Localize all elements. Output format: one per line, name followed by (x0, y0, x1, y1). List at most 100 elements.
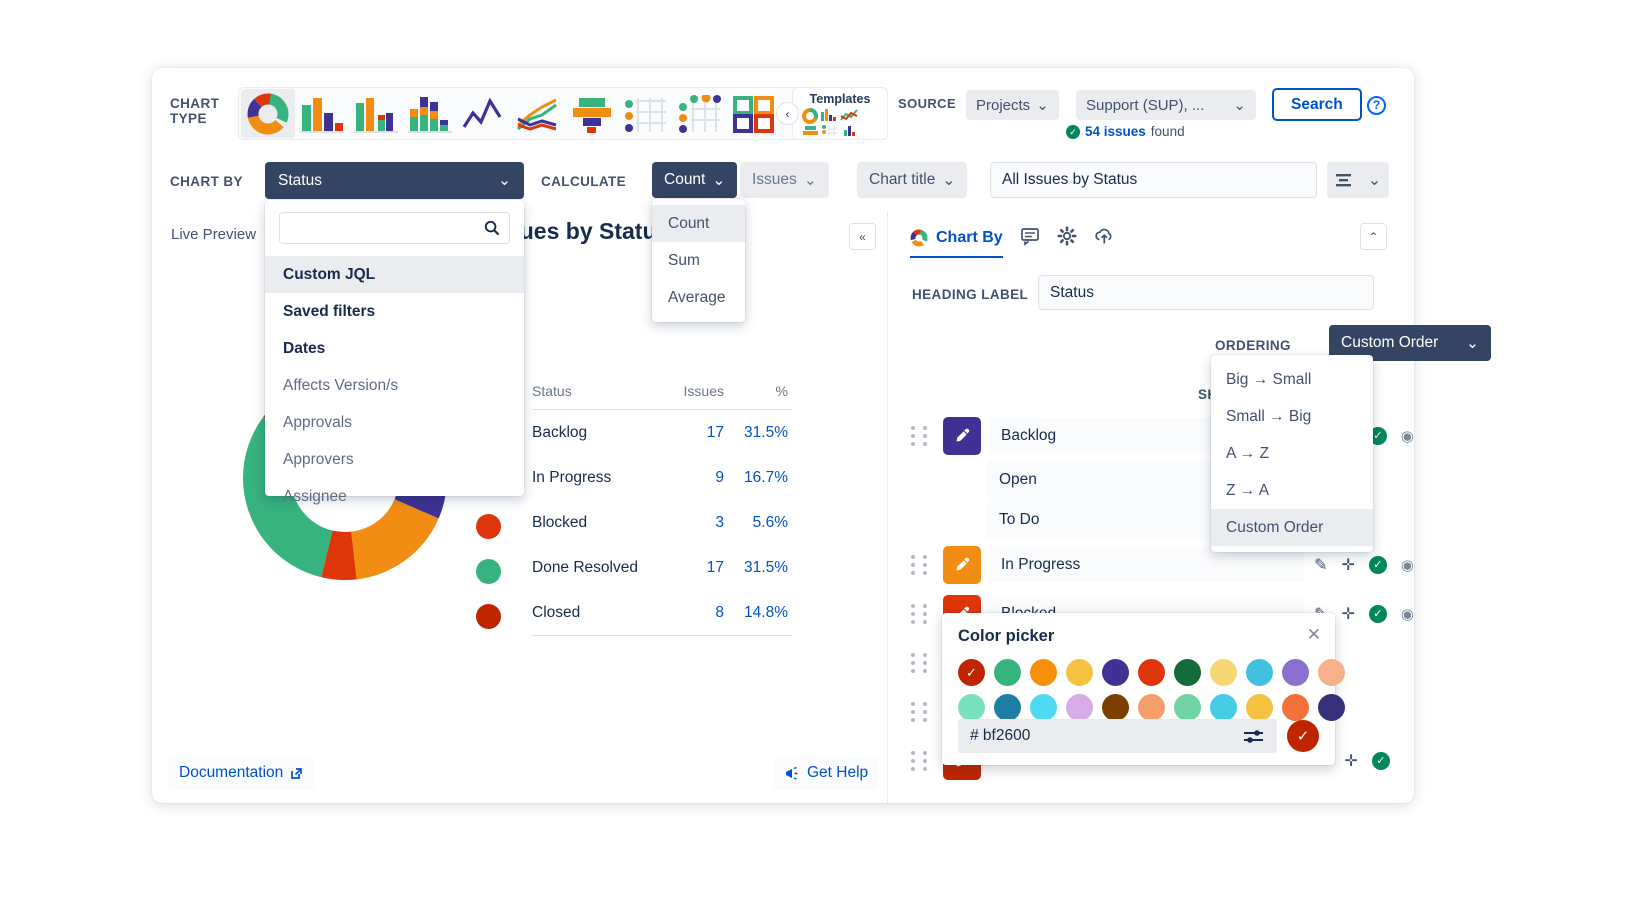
heading-label-input[interactable] (1038, 275, 1374, 310)
chart-type-column-button[interactable] (349, 89, 403, 138)
edit-icon[interactable]: ✎ (1314, 555, 1327, 575)
color-swatch[interactable] (994, 694, 1021, 721)
tab-chart-by[interactable]: Chart By (910, 229, 1003, 258)
search-button[interactable]: Search (1272, 88, 1362, 121)
drag-handle-icon[interactable] (911, 554, 937, 575)
tab-comment[interactable] (1020, 226, 1040, 260)
row-issues: 3 (715, 514, 724, 531)
drag-handle-icon[interactable] (911, 603, 937, 624)
close-icon[interactable]: ✕ (1307, 625, 1321, 645)
eye-icon[interactable]: ◉ (1401, 605, 1414, 623)
color-confirm-button[interactable]: ✓ (1287, 720, 1319, 752)
table-row[interactable]: Done Resolved 17 31.5% (476, 545, 792, 590)
color-swatch[interactable] (1066, 694, 1093, 721)
chart-type-tiles-button[interactable] (727, 89, 781, 138)
add-icon[interactable]: ✛ (1342, 555, 1355, 575)
add-icon[interactable]: ✛ (1344, 751, 1357, 771)
documentation-button[interactable]: Documentation (168, 756, 315, 790)
color-swatch[interactable] (958, 694, 985, 721)
chart-by-option-assignee[interactable]: Assignee (265, 478, 524, 515)
color-swatch[interactable] (1030, 694, 1057, 721)
chart-by-option-saved-filters[interactable]: Saved filters (265, 293, 524, 330)
color-swatch[interactable] (1318, 659, 1345, 686)
table-row[interactable]: Closed 8 14.8% (476, 590, 792, 636)
source-project-select[interactable]: Support (SUP), ... ⌄ (1076, 90, 1256, 120)
eye-icon[interactable]: ◉ (1401, 427, 1414, 445)
ordering-option-small-big[interactable]: Small → Big (1211, 398, 1373, 435)
visible-toggle-on[interactable]: ✓ (1368, 555, 1387, 574)
color-swatch[interactable] (1282, 694, 1309, 721)
color-swatch[interactable] (1138, 694, 1165, 721)
chart-type-stacked-bar-button[interactable] (403, 89, 457, 138)
color-swatch[interactable] (1138, 659, 1165, 686)
chart-by-option-affects-versions[interactable]: Affects Version/s (265, 367, 524, 404)
color-swatch[interactable] (1246, 659, 1273, 686)
ordering-option-a-z[interactable]: A → Z (1211, 435, 1373, 472)
hex-value-field[interactable]: # bf2600 (958, 719, 1277, 753)
source-type-select[interactable]: Projects ⌄ (966, 90, 1059, 120)
calculate-option-average[interactable]: Average (652, 279, 745, 316)
calculate-target-select[interactable]: Issues ⌄ (740, 162, 829, 198)
calculate-option-count[interactable]: Count (652, 205, 745, 242)
color-swatch[interactable] (994, 659, 1021, 686)
ordering-option-z-a[interactable]: Z → A (1211, 472, 1373, 509)
get-help-button[interactable]: Get Help (774, 756, 880, 790)
collapse-left-button[interactable]: « (849, 223, 876, 250)
templates-button[interactable]: Templates (792, 87, 888, 140)
chart-by-option-custom-jql[interactable]: Custom JQL (265, 256, 524, 293)
chart-type-prev-button[interactable]: ‹ (776, 102, 799, 125)
add-icon[interactable]: ✛ (1342, 604, 1355, 624)
color-swatch-button[interactable] (943, 545, 981, 584)
color-swatch[interactable] (1174, 659, 1201, 686)
calculate-function-select[interactable]: Count ⌄ (652, 162, 738, 198)
chart-by-option-dates[interactable]: Dates (265, 330, 524, 367)
color-swatch-selected[interactable]: ✓ (958, 659, 985, 686)
chart-title-type-select[interactable]: Chart title ⌄ (857, 162, 968, 198)
chart-type-line-button[interactable] (457, 89, 511, 138)
color-swatch[interactable] (1030, 659, 1057, 686)
bubble-matrix-icon (679, 94, 721, 133)
visible-toggle-on[interactable]: ✓ (1368, 604, 1387, 623)
color-swatch-button[interactable] (943, 416, 981, 455)
chart-by-option-approvals[interactable]: Approvals (265, 404, 524, 441)
chart-by-option-approvers[interactable]: Approvers (265, 441, 524, 478)
table-row[interactable]: Blocked 3 5.6% (476, 500, 792, 545)
help-icon[interactable]: ? (1367, 96, 1386, 115)
color-swatch[interactable] (1246, 694, 1273, 721)
chart-type-dot-matrix-button[interactable] (619, 89, 673, 138)
color-swatch[interactable] (1210, 694, 1237, 721)
title-align-select[interactable]: ⌄ (1327, 162, 1389, 198)
drag-handle-icon[interactable] (911, 701, 937, 722)
chart-by-select[interactable]: Status ⌄ (265, 162, 524, 199)
eye-icon[interactable]: ◉ (1401, 556, 1414, 574)
tab-export[interactable] (1094, 226, 1115, 260)
table-row[interactable]: Backlog 17 31.5% (532, 410, 792, 455)
color-swatch[interactable] (1318, 694, 1345, 721)
drag-handle-icon[interactable] (911, 425, 937, 446)
chart-title-input[interactable] (990, 162, 1317, 198)
sliders-icon[interactable] (1243, 728, 1265, 745)
color-swatch[interactable] (1102, 659, 1129, 686)
chart-type-bar-button[interactable] (295, 89, 349, 138)
tab-settings[interactable] (1057, 226, 1077, 260)
chart-type-funnel-button[interactable] (565, 89, 619, 138)
series-label[interactable]: In Progress (989, 547, 1305, 582)
drag-handle-icon[interactable] (911, 750, 937, 771)
collapse-panel-button[interactable]: ⌃ (1360, 223, 1387, 250)
color-swatch[interactable] (1282, 659, 1309, 686)
chart-type-bubble-matrix-button[interactable] (673, 89, 727, 138)
ordering-option-custom[interactable]: Custom Order (1211, 509, 1373, 546)
color-swatch[interactable] (1174, 694, 1201, 721)
color-swatch[interactable] (1066, 659, 1093, 686)
visible-toggle-on[interactable]: ✓ (1371, 751, 1390, 770)
ordering-option-big-small[interactable]: Big → Small (1211, 361, 1373, 398)
color-swatch[interactable] (1210, 659, 1237, 686)
table-row[interactable]: In Progress 9 16.7% (532, 455, 792, 500)
chart-by-search-box[interactable] (279, 212, 510, 244)
calculate-option-sum[interactable]: Sum (652, 242, 745, 279)
chart-type-multiline-button[interactable] (511, 89, 565, 138)
drag-handle-icon[interactable] (911, 652, 937, 673)
chart-by-search-input[interactable] (289, 220, 484, 236)
chart-type-donut-button[interactable] (241, 89, 295, 138)
color-swatch[interactable] (1102, 694, 1129, 721)
